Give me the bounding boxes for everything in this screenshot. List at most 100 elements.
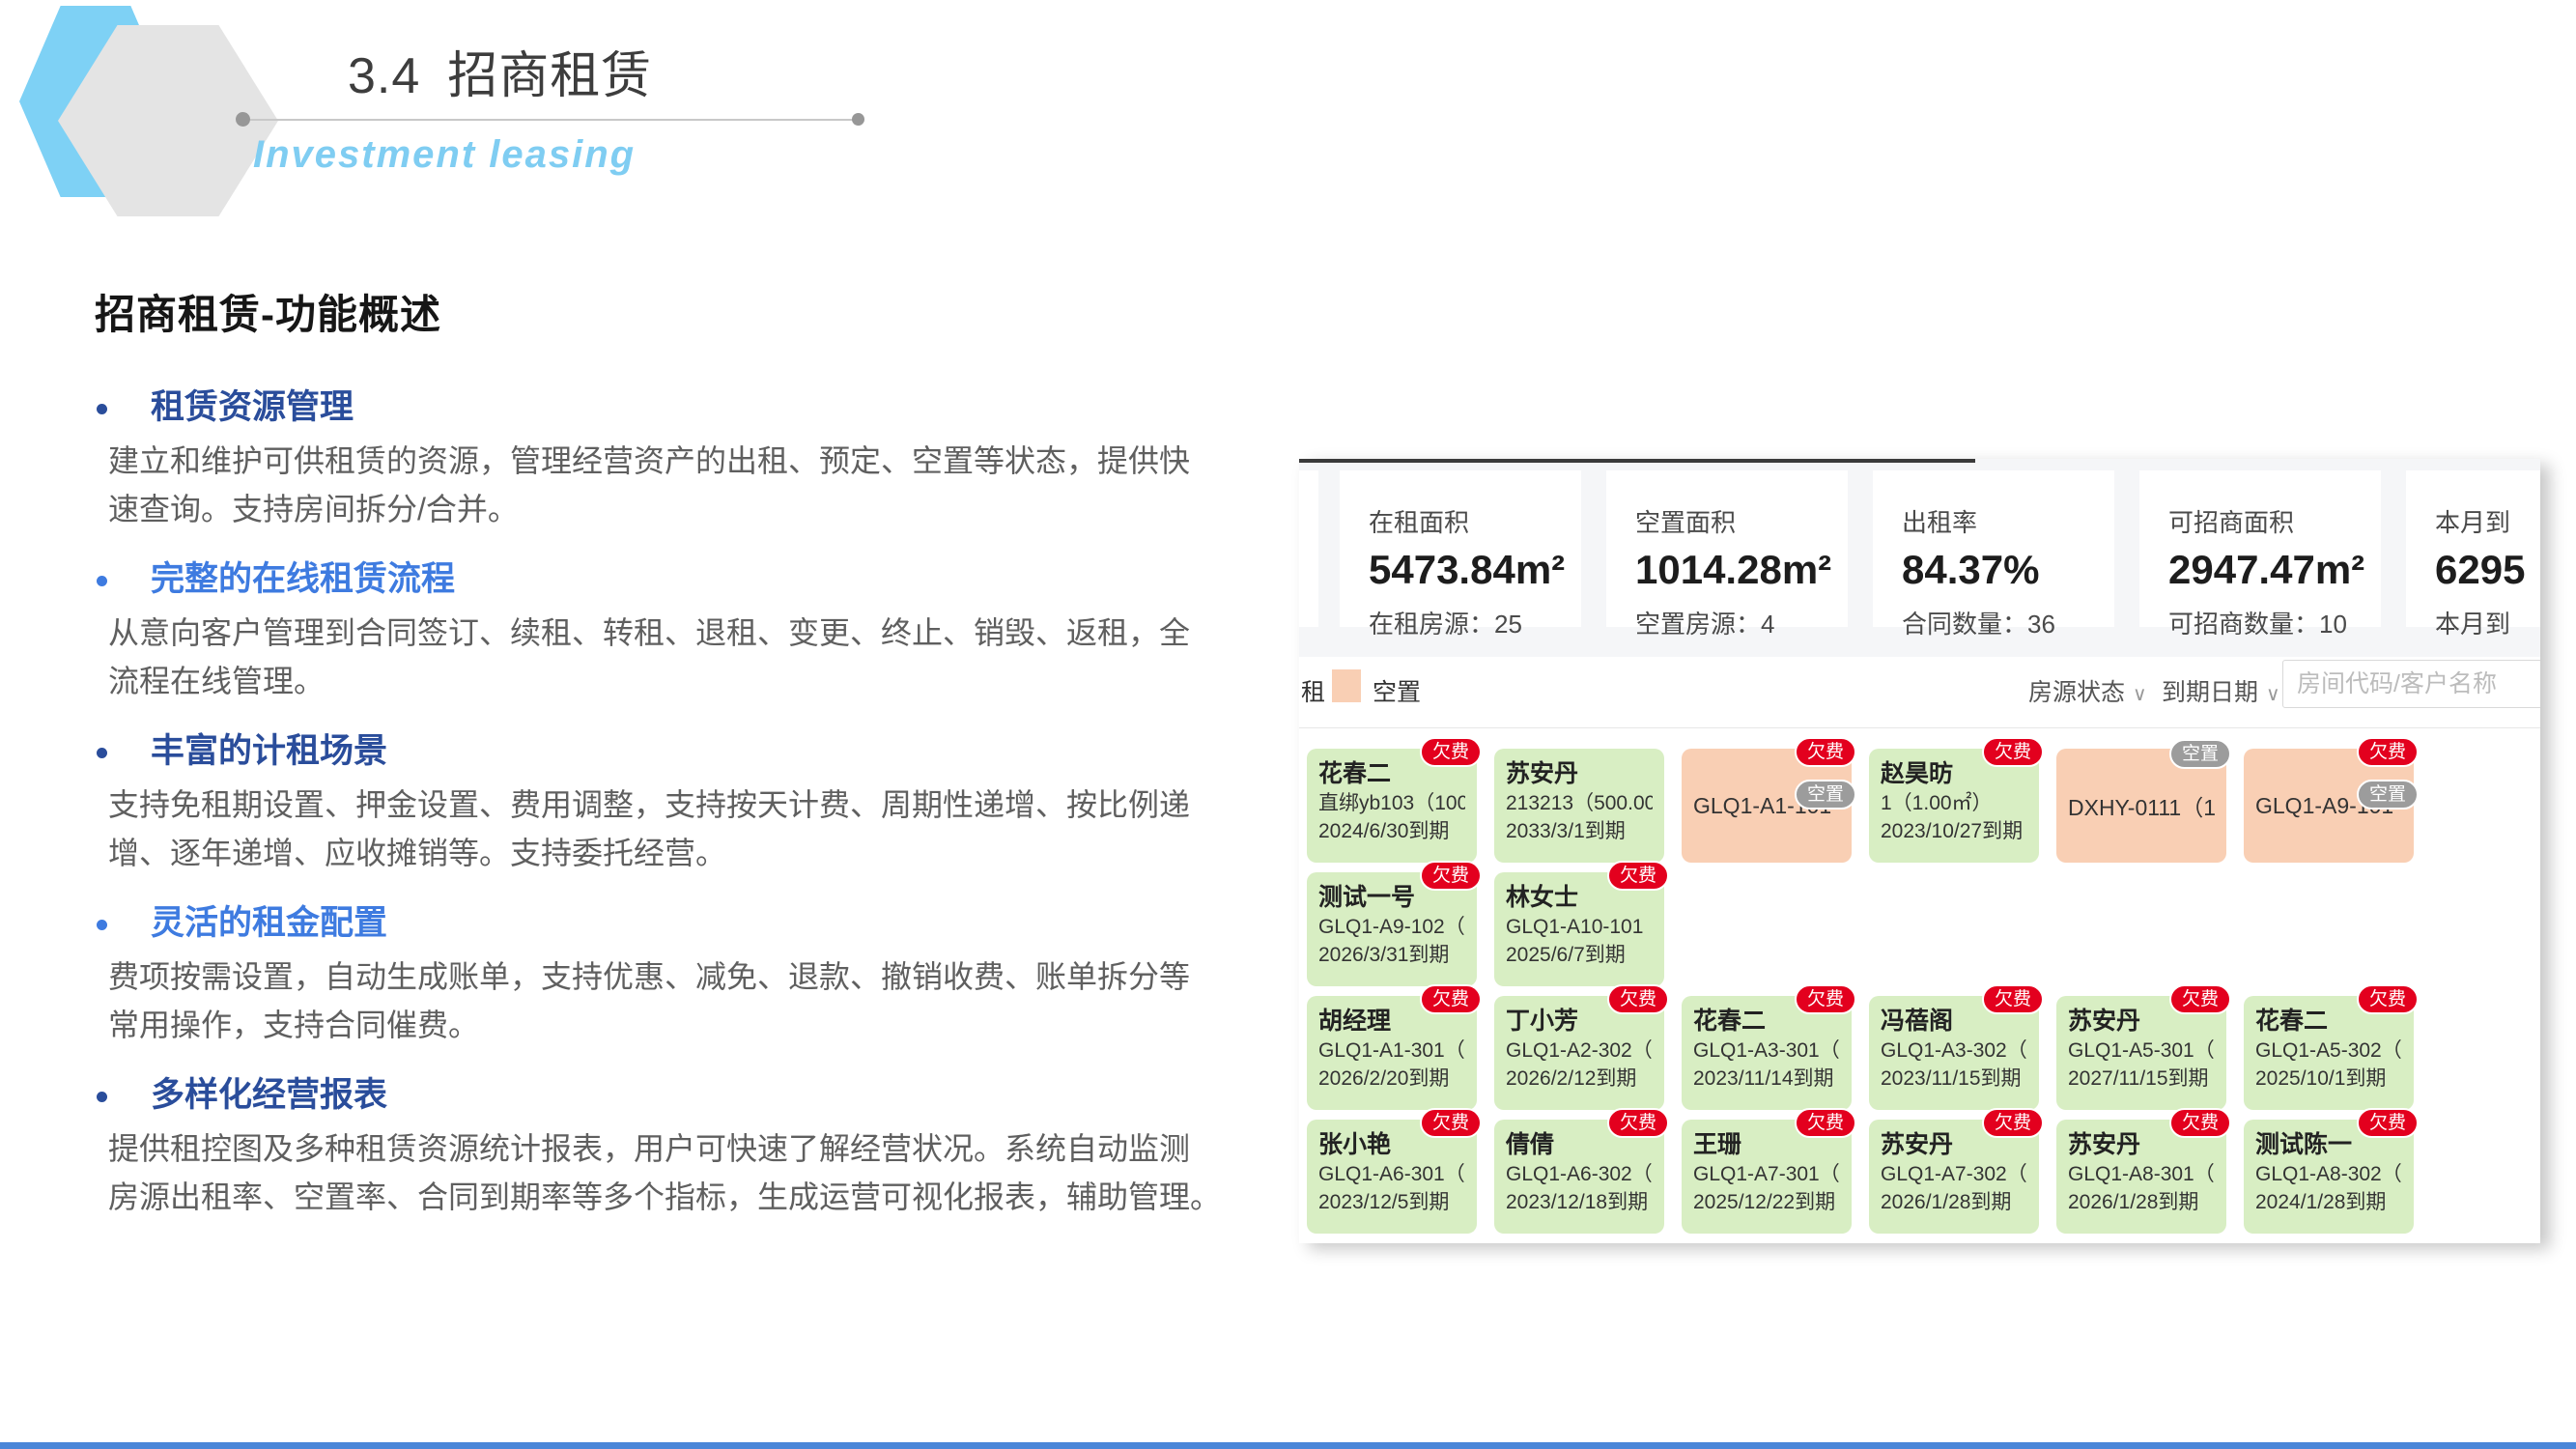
room-card[interactable]: 倩倩GLQ1-A6-302（2...2023/12/18到期欠费 — [1494, 1120, 1664, 1234]
bullet-heading: 多样化经营报表 — [151, 1072, 1323, 1119]
room-card[interactable]: 胡经理GLQ1-A1-301（1...2026/2/20到期欠费 — [1307, 996, 1477, 1110]
stat-label: 本月到 — [2435, 503, 2540, 539]
stat-label: 可招商面积 — [2168, 503, 2381, 539]
room-due-date: 2025/10/1到期 — [2255, 1065, 2402, 1093]
vacant-badge: 空置 — [2169, 739, 2231, 769]
room-due-date: 2024/6/30到期 — [1318, 817, 1465, 845]
stat-card-0: 在租面积5473.84m²在租房源：25 — [1340, 470, 1581, 627]
room-card[interactable]: 苏安丹GLQ1-A7-302（2...2026/1/28到期欠费 — [1869, 1120, 2039, 1234]
stat-label: 出租率 — [1902, 503, 2114, 539]
arrears-badge: 欠费 — [2357, 984, 2419, 1014]
room-due-date: 2025/12/22到期 — [1693, 1188, 1840, 1216]
room-status-dropdown[interactable]: 房源状态∨ — [2028, 673, 2147, 708]
room-card[interactable]: 苏安丹GLQ1-A8-301（2...2026/1/28到期欠费 — [2056, 1120, 2226, 1234]
legend-leased-label: 租 — [1301, 673, 1325, 708]
room-card[interactable]: 赵昊昉1（1.00㎡）2023/10/27到期欠费 — [1869, 749, 2039, 863]
arrears-badge: 欠费 — [1795, 1108, 1856, 1138]
stat-card-2: 出租率84.37%合同数量：36 — [1873, 470, 2114, 627]
room-card[interactable]: 苏安丹GLQ1-A5-301（2...2027/11/15到期欠费 — [2056, 996, 2226, 1110]
room-due-date: 2023/12/5到期 — [1318, 1188, 1465, 1216]
stat-value: 5473.84m² — [1369, 547, 1581, 593]
room-card-row: 张小艳GLQ1-A6-301（2...2023/12/5到期欠费倩倩GLQ1-A… — [1307, 1120, 2414, 1234]
stat-sub: 在租房源：25 — [1369, 605, 1581, 640]
bullet-heading: 丰富的计租场景 — [151, 728, 1323, 775]
line-end-dot-right — [852, 113, 864, 126]
search-input[interactable] — [2282, 660, 2540, 708]
room-due-date: 2023/11/15到期 — [1881, 1065, 2027, 1093]
arrears-badge: 欠费 — [1795, 984, 1856, 1014]
room-due-date: 2026/2/20到期 — [1318, 1065, 1465, 1093]
screenshot-panel: 在租面积5473.84m²在租房源：25空置面积1014.28m²空置房源：4 出… — [1299, 459, 2540, 1243]
arrears-badge: 欠费 — [1607, 984, 1669, 1014]
stat-sub: 本月到 — [2435, 605, 2540, 640]
arrears-badge: 欠费 — [1607, 861, 1669, 891]
room-card[interactable]: 丁小芳GLQ1-A2-302（2...2026/2/12到期欠费 — [1494, 996, 1664, 1110]
bullet-item-3: 灵活的租金配置费项按需设置，自动生成账单，支持优惠、减免、退款、撤销收费、账单拆… — [97, 900, 1323, 1049]
bullet-item-1: 完整的在线租赁流程从意向客户管理到合同签订、续租、转租、退租、变更、终止、销毁、… — [97, 556, 1323, 705]
room-code-area: GLQ1-A5-302（2... — [2255, 1037, 2402, 1065]
arrears-badge: 欠费 — [1420, 1108, 1482, 1138]
bullet-body: 从意向客户管理到合同签订、续租、转租、退租、变更、终止、销毁、返租，全 流程在线… — [108, 609, 1323, 705]
arrears-badge: 欠费 — [2169, 984, 2231, 1014]
room-status-label: 房源状态 — [2028, 679, 2125, 706]
stat-label: 空置面积 — [1635, 503, 1848, 539]
stat-sub: 空置房源：4 — [1635, 605, 1848, 640]
section-heading: 招商租赁-功能概述 — [95, 282, 441, 341]
room-card[interactable]: 花春二GLQ1-A3-301（2...2023/11/14到期欠费 — [1682, 996, 1852, 1110]
room-due-date: 2023/12/18到期 — [1506, 1188, 1653, 1216]
room-code-area: GLQ1-A10-101（... — [1506, 913, 1653, 941]
room-code-area: 213213（500.00... — [1506, 789, 1653, 817]
room-card[interactable]: 张小艳GLQ1-A6-301（2...2023/12/5到期欠费 — [1307, 1120, 1477, 1234]
due-date-dropdown[interactable]: 到期日期∨ — [2162, 673, 2280, 708]
room-card-row: 测试一号GLQ1-A9-102（3...2026/3/31到期欠费林女士GLQ1… — [1307, 872, 1664, 986]
arrears-badge: 欠费 — [1420, 737, 1482, 767]
bullet-body: 费项按需设置，自动生成账单，支持优惠、减免、退款、撤销收费、账单拆分等 常用操作… — [108, 952, 1323, 1049]
room-card[interactable]: GLQ1-A9-101欠费空置 — [2244, 749, 2414, 863]
line-end-dot-left — [236, 112, 250, 127]
room-due-date: 2024/1/28到期 — [2255, 1188, 2402, 1216]
panel-top-edge — [1299, 459, 1975, 463]
room-code-area: GLQ1-A5-301（2... — [2068, 1037, 2215, 1065]
arrears-badge: 欠费 — [2357, 737, 2419, 767]
bottom-accent-bar — [0, 1442, 2576, 1449]
bullet-dot — [97, 748, 107, 758]
room-due-date: 2023/11/14到期 — [1693, 1065, 1840, 1093]
vacant-badge: 空置 — [2357, 780, 2419, 810]
room-card[interactable]: 测试陈一GLQ1-A8-302（2...2024/1/28到期欠费 — [2244, 1120, 2414, 1234]
room-card[interactable]: DXHY-0111（120...空置 — [2056, 749, 2226, 863]
stat-card-1: 空置面积1014.28m²空置房源：4 — [1606, 470, 1848, 627]
room-code-area: GLQ1-A3-301（2... — [1693, 1037, 1840, 1065]
arrears-badge: 欠费 — [1982, 1108, 2044, 1138]
room-card[interactable]: 花春二GLQ1-A5-302（2...2025/10/1到期欠费 — [2244, 996, 2414, 1110]
room-tenant-name: 苏安丹 — [1506, 758, 1653, 789]
section-number: 3.4 — [348, 48, 420, 104]
stat-value: 84.37% — [1902, 547, 2114, 593]
room-code-area: GLQ1-A1-301（1... — [1318, 1037, 1465, 1065]
bullet-list: 租赁资源管理建立和维护可供租赁的资源，管理经营资产的出租、预定、空置等状态，提供… — [97, 384, 1323, 1221]
room-code: DXHY-0111（120... — [2068, 789, 2215, 822]
room-code-area: GLQ1-A7-301（2... — [1693, 1160, 1840, 1188]
stat-value: 2947.47m² — [2168, 547, 2381, 593]
room-card[interactable]: 测试一号GLQ1-A9-102（3...2026/3/31到期欠费 — [1307, 872, 1477, 986]
vacant-badge: 空置 — [1795, 780, 1856, 810]
stat-card-partial — [1299, 470, 1318, 627]
room-due-date: 2033/3/1到期 — [1506, 817, 1653, 845]
room-card[interactable]: 冯蓓阁GLQ1-A3-302（2...2023/11/15到期欠费 — [1869, 996, 2039, 1110]
divider — [1299, 727, 2540, 728]
room-code-area: 1（1.00㎡） — [1881, 789, 2027, 817]
due-date-label: 到期日期 — [2162, 679, 2258, 706]
arrears-badge: 欠费 — [1607, 1108, 1669, 1138]
stats-row: 在租面积5473.84m²在租房源：25空置面积1014.28m²空置房源：4 出… — [1340, 470, 2540, 627]
bullet-body: 支持免租期设置、押金设置、费用调整，支持按天计费、周期性递增、按比例递 增、逐年… — [108, 781, 1323, 877]
room-card[interactable]: GLQ1-A1-101欠费空置 — [1682, 749, 1852, 863]
room-card[interactable]: 王珊GLQ1-A7-301（2...2025/12/22到期欠费 — [1682, 1120, 1852, 1234]
room-card-row: 花春二直绑yb103（100....2024/6/30到期欠费苏安丹213213… — [1307, 749, 2414, 863]
legend-vacant-label: 空置 — [1373, 673, 1421, 708]
bullet-dot — [97, 920, 107, 930]
stat-sub: 可招商数量：10 — [2168, 605, 2381, 640]
room-card[interactable]: 苏安丹213213（500.00...2033/3/1到期 — [1494, 749, 1664, 863]
room-card[interactable]: 花春二直绑yb103（100....2024/6/30到期欠费 — [1307, 749, 1477, 863]
room-due-date: 2025/6/7到期 — [1506, 941, 1653, 969]
title-underline — [243, 119, 856, 121]
room-card[interactable]: 林女士GLQ1-A10-101（...2025/6/7到期欠费 — [1494, 872, 1664, 986]
